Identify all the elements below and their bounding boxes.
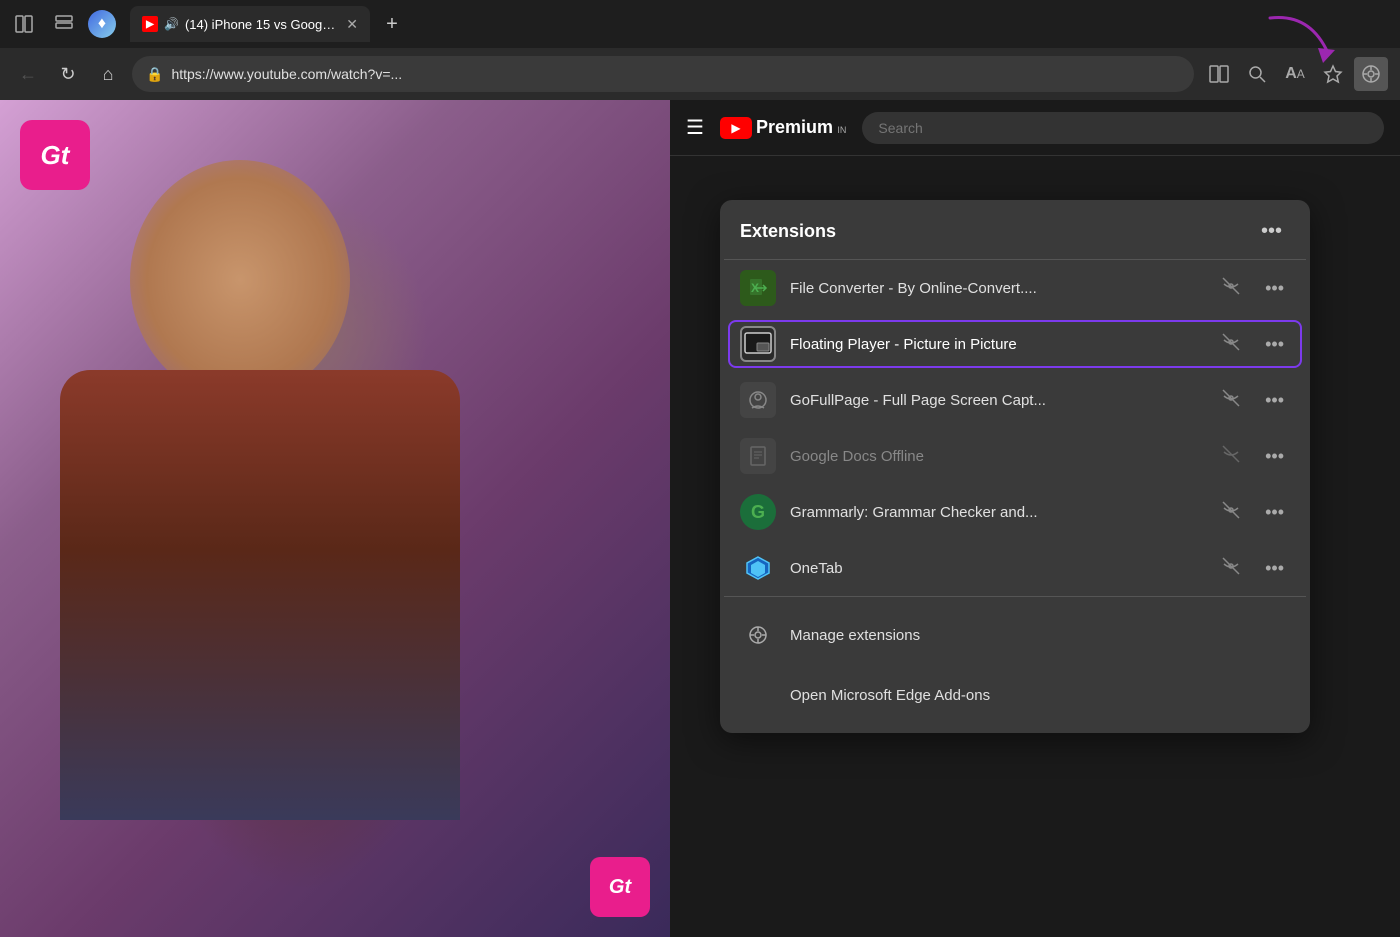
google-docs-more-button[interactable]: ••• [1259,444,1290,469]
extension-item-google-docs[interactable]: Google Docs Offline ••• [720,428,1310,484]
youtube-header: ☰ Premium IN [670,100,1400,156]
floating-player-name: Floating Player - Picture in Picture [790,336,1207,353]
onetab-name: OneTab [790,560,1207,577]
tab-title: (14) iPhone 15 vs Google Pi... [185,17,336,32]
back-button[interactable]: ← [12,58,44,90]
gofullpage-visibility-icon [1221,388,1241,413]
page-content: Gt Gt ☰ Premium IN Extensions ••• [0,100,1400,937]
extension-item-grammarly[interactable]: G Grammarly: Grammar Checker and... ••• [720,484,1310,540]
extensions-footer: Manage extensions Open Microsoft Edge Ad… [720,597,1310,733]
yt-logo: Premium IN [720,117,846,139]
edge-logo-icon: ♦ [88,10,116,38]
file-converter-name: File Converter - By Online-Convert.... [790,280,1207,297]
yt-menu-icon[interactable]: ☰ [686,115,704,140]
extension-item-onetab[interactable]: OneTab ••• [720,540,1310,596]
open-addons-label: Open Microsoft Edge Add-ons [790,687,990,704]
url-text: https://www.youtube.com/watch?v=... [171,66,1180,82]
url-path: /watch?v=... [327,66,402,82]
extensions-header: Extensions ••• [720,200,1310,259]
floating-player-more-button[interactable]: ••• [1259,332,1290,357]
google-docs-name: Google Docs Offline [790,448,1207,465]
gofullpage-more-button[interactable]: ••• [1259,388,1290,413]
grammarly-more-button[interactable]: ••• [1259,500,1290,525]
yt-logo-text: Premium [756,117,833,137]
extension-item-gofullpage[interactable]: GoFullPage - Full Page Screen Capt... ••… [720,372,1310,428]
floating-player-visibility-icon [1221,332,1241,357]
manage-extensions-label: Manage extensions [790,627,920,644]
manage-extensions-icon [740,617,776,653]
address-bar: ← ↻ ⌂ 🔒 https://www.youtube.com/watch?v=… [0,48,1400,100]
new-tab-button[interactable]: + [376,8,408,40]
yt-search-area [862,112,1384,144]
extensions-button[interactable] [1354,57,1388,91]
browser-chrome: ♦ ▶ 🔊 (14) iPhone 15 vs Google Pi... ✕ +… [0,0,1400,100]
home-button[interactable]: ⌂ [92,58,124,90]
google-docs-icon [740,438,776,474]
tab-controls: ♦ [8,8,116,40]
file-converter-visibility-icon [1221,276,1241,301]
yt-logo-badge: IN [837,125,846,135]
favorites-button[interactable] [1316,57,1350,91]
split-screen-button[interactable] [1202,57,1236,91]
grammarly-name: Grammarly: Grammar Checker and... [790,504,1207,521]
yt-logo-icon [720,117,752,139]
gofullpage-icon [740,382,776,418]
sidebar-toggle-button[interactable] [8,8,40,40]
toolbar-icons: AA [1202,57,1388,91]
tab-favicon-youtube: ▶ [142,16,158,32]
yt-search-input[interactable] [862,112,1384,144]
extension-item-file-converter[interactable]: X File Converter - By Online-Convert....… [720,260,1310,316]
floating-player-icon [740,326,776,362]
vertical-tabs-button[interactable] [48,8,80,40]
read-aloud-button[interactable]: AA [1278,57,1312,91]
onetab-more-button[interactable]: ••• [1259,556,1290,581]
grammarly-icon: G [740,494,776,530]
tab-bar: ♦ ▶ 🔊 (14) iPhone 15 vs Google Pi... ✕ + [0,0,1400,48]
google-docs-visibility-icon [1221,444,1241,469]
file-converter-icon: X [740,270,776,306]
active-tab[interactable]: ▶ 🔊 (14) iPhone 15 vs Google Pi... ✕ [130,6,370,42]
grammarly-visibility-icon [1221,500,1241,525]
manage-extensions-item[interactable]: Manage extensions [720,605,1310,665]
refresh-button[interactable]: ↻ [52,58,84,90]
tab-close-button[interactable]: ✕ [346,16,358,33]
extensions-more-button[interactable]: ••• [1253,216,1290,247]
gl-watermark-bottom-right: Gt [590,857,650,917]
open-addons-icon [740,677,776,713]
url-domain: https://www.youtube.com [171,66,327,82]
video-background: Gt Gt [0,100,670,937]
url-bar[interactable]: 🔒 https://www.youtube.com/watch?v=... [132,56,1194,92]
extensions-panel: Extensions ••• X File Converter - By Onl… [720,200,1310,733]
lock-icon: 🔒 [146,66,163,83]
extensions-panel-title: Extensions [740,221,836,242]
onetab-visibility-icon [1221,556,1241,581]
gl-watermark-top: Gt [20,120,90,190]
extension-item-floating-player[interactable]: Floating Player - Picture in Picture ••• [720,316,1310,372]
gofullpage-name: GoFullPage - Full Page Screen Capt... [790,392,1207,409]
onetab-icon [740,550,776,586]
search-button[interactable] [1240,57,1274,91]
open-addons-item[interactable]: Open Microsoft Edge Add-ons [720,665,1310,725]
file-converter-more-button[interactable]: ••• [1259,276,1290,301]
tab-audio-icon: 🔊 [164,17,179,31]
